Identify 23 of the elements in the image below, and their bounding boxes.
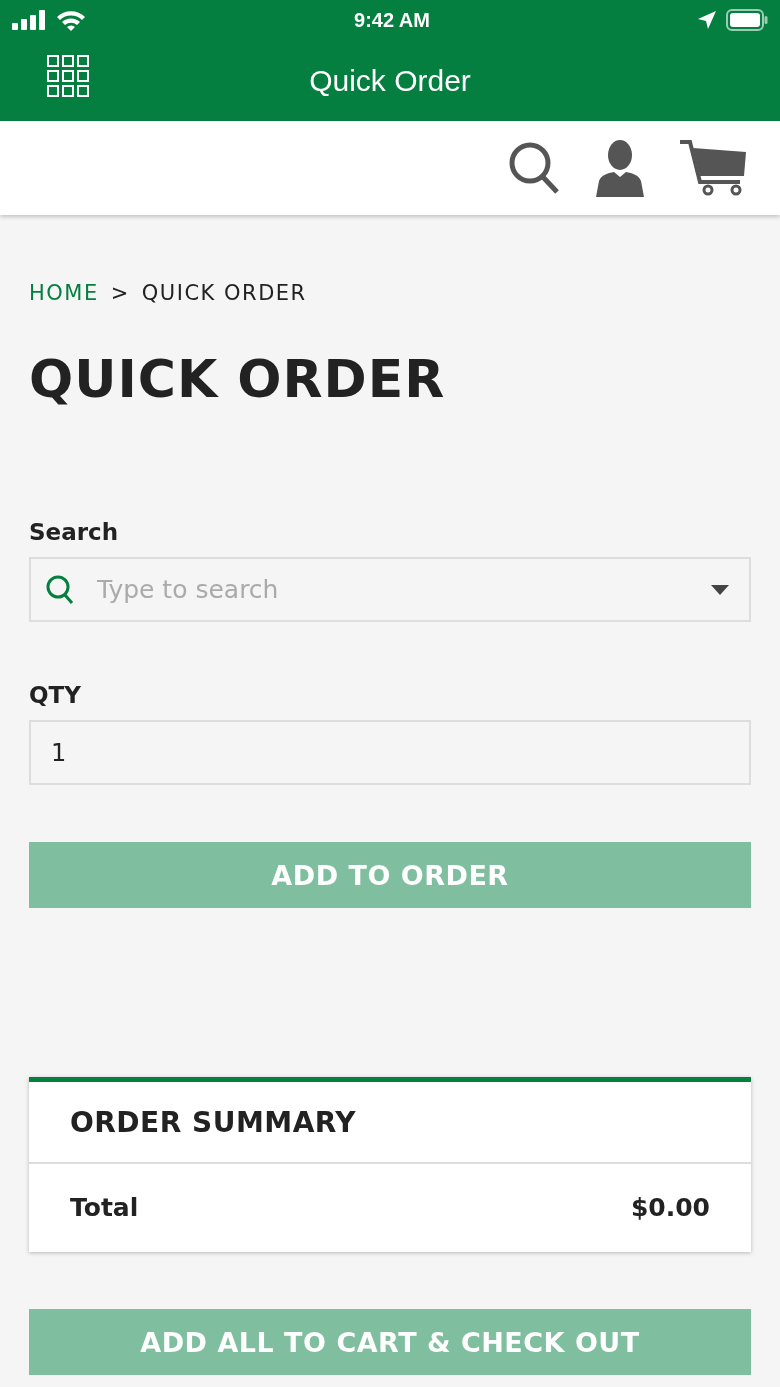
header-title: Quick Order xyxy=(309,63,471,98)
breadcrumb-link[interactable]: HOME xyxy=(29,281,99,305)
dropdown-caret-icon[interactable] xyxy=(711,585,729,595)
search-icon[interactable] xyxy=(508,141,560,195)
field-label: Search xyxy=(29,518,120,547)
breadcrumb-current: QUICK ORDER xyxy=(141,281,307,305)
total-label: Total xyxy=(70,1192,139,1222)
total-value: $0.00 xyxy=(630,1192,710,1222)
page-title: QUICK ORDER xyxy=(29,348,447,411)
location-arrow-icon xyxy=(698,11,716,29)
battery-icon xyxy=(726,9,768,31)
quantity-field[interactable]: 1 xyxy=(29,720,751,785)
card-title: ORDER SUMMARY xyxy=(70,1105,357,1139)
search-icon xyxy=(46,575,74,605)
search-field[interactable]: Type to search xyxy=(29,557,751,622)
breadcrumb-separator: > xyxy=(110,281,130,305)
field-label: QTY xyxy=(29,681,82,710)
grid-menu-icon[interactable] xyxy=(47,55,89,97)
wifi-icon xyxy=(56,9,86,31)
signal-icon xyxy=(12,10,46,30)
cart-icon[interactable] xyxy=(680,139,748,197)
user-icon[interactable] xyxy=(594,139,646,197)
status-time: 9:42 AM xyxy=(354,8,430,32)
